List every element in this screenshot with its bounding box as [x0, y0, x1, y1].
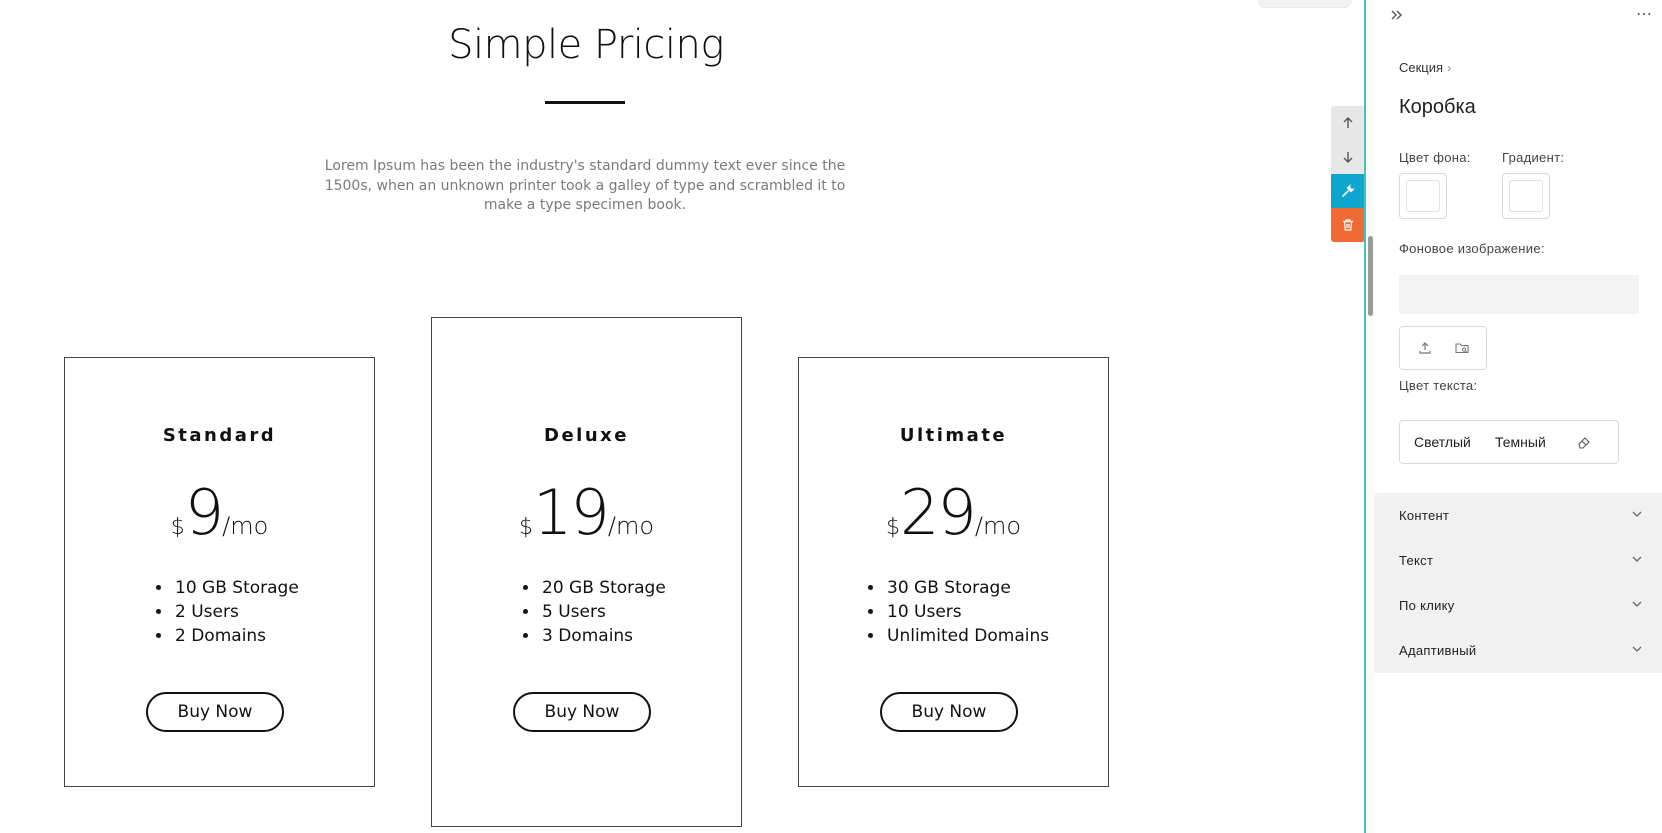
chevron-down-icon — [1632, 556, 1642, 562]
page-title: Simple Pricing — [448, 22, 724, 68]
price-currency: $ — [518, 515, 533, 540]
chevron-down-icon — [1632, 646, 1642, 652]
settings-panel: ⋯ Секция › Коробка Цвет фона: Градиент: Ф… — [1374, 0, 1662, 833]
feature-item: 5 Users — [540, 600, 666, 624]
chevron-right-icon: › — [1447, 61, 1452, 75]
trash-icon — [1343, 219, 1353, 231]
buy-now-button[interactable]: Buy Now — [880, 692, 1018, 732]
price-amount: 19 — [532, 476, 610, 549]
price-period: /mo — [222, 512, 269, 540]
page-canvas: Simple Pricing Lorem Ipsum has been the … — [0, 0, 1364, 833]
upload-icon[interactable] — [1417, 340, 1433, 356]
accordion-label: Текст — [1399, 553, 1434, 568]
more-options-icon[interactable]: ⋯ — [1636, 4, 1654, 23]
text-color-selector: Светлый Темный — [1399, 420, 1619, 464]
feature-list: 10 GB Storage 2 Users 2 Domains — [153, 576, 299, 648]
gradient-label: Градиент: — [1502, 150, 1565, 165]
accordion-text[interactable]: Текст — [1374, 538, 1662, 583]
price-amount: 29 — [899, 476, 977, 549]
plan-name: Deluxe — [544, 425, 629, 446]
feature-item: 30 GB Storage — [885, 576, 1049, 600]
move-down-button[interactable] — [1331, 140, 1364, 174]
scroll-track — [1366, 0, 1374, 833]
plan-price: $29/mo — [799, 476, 1108, 549]
arrow-up-icon — [1343, 117, 1353, 128]
bg-image-label: Фоновое изображение: — [1399, 241, 1545, 256]
arrow-down-icon — [1343, 152, 1353, 163]
plan-name: Ultimate — [899, 425, 1008, 446]
plan-name: Standard — [162, 425, 277, 446]
plan-price: $9/mo — [65, 476, 374, 549]
delete-button[interactable] — [1331, 208, 1364, 242]
feature-list: 20 GB Storage 5 Users 3 Domains — [520, 576, 666, 648]
block-toolbar — [1331, 106, 1364, 242]
accordion-adaptive[interactable]: Адаптивный — [1374, 628, 1662, 673]
wrench-icon — [1342, 184, 1355, 197]
accordion-label: По клику — [1399, 598, 1455, 613]
bg-image-field[interactable] — [1399, 275, 1639, 314]
text-color-dark-option[interactable]: Темный — [1495, 434, 1546, 450]
breadcrumb[interactable]: Секция › — [1399, 60, 1451, 75]
feature-list: 30 GB Storage 10 Users Unlimited Domains — [865, 576, 1049, 648]
image-actions — [1399, 326, 1487, 370]
feature-item: Unlimited Domains — [885, 624, 1049, 648]
feature-item: 2 Domains — [173, 624, 299, 648]
title-divider — [545, 101, 625, 104]
panel-title: Коробка — [1399, 96, 1476, 118]
pricing-card-standard[interactable]: Standard $9/mo 10 GB Storage 2 Users 2 D… — [64, 357, 375, 787]
feature-item: 20 GB Storage — [540, 576, 666, 600]
chevron-down-icon — [1632, 511, 1642, 517]
eraser-icon[interactable] — [1576, 434, 1592, 450]
folder-search-icon[interactable] — [1454, 340, 1470, 356]
bg-color-label: Цвет фона: — [1399, 150, 1471, 165]
scrollbar-thumb[interactable] — [1368, 236, 1373, 316]
settings-accordion: Контент Текст По клику Адаптивный — [1374, 493, 1662, 673]
price-period: /mo — [607, 512, 655, 540]
feature-item: 10 GB Storage — [173, 576, 299, 600]
collapse-panel-icon[interactable] — [1388, 6, 1406, 24]
feature-item: 10 Users — [885, 600, 1049, 624]
buy-now-button[interactable]: Buy Now — [513, 692, 651, 732]
price-currency: $ — [170, 515, 185, 540]
settings-button[interactable] — [1331, 174, 1364, 208]
accordion-on-click[interactable]: По клику — [1374, 583, 1662, 628]
text-color-label: Цвет текста: — [1399, 378, 1478, 393]
text-color-light-option[interactable]: Светлый — [1414, 434, 1471, 450]
plan-price: $19/mo — [432, 476, 741, 549]
accordion-label: Контент — [1399, 508, 1450, 523]
price-period: /mo — [974, 512, 1022, 540]
swatch-preview — [1406, 180, 1440, 212]
price-currency: $ — [885, 515, 900, 540]
feature-item: 2 Users — [173, 600, 299, 624]
buy-now-button[interactable]: Buy Now — [146, 692, 284, 732]
accordion-label: Адаптивный — [1399, 643, 1477, 658]
price-amount: 9 — [184, 476, 224, 549]
gradient-swatch[interactable] — [1502, 173, 1550, 219]
pricing-card-deluxe[interactable]: Deluxe $19/mo 20 GB Storage 5 Users 3 Do… — [431, 317, 742, 827]
move-up-button[interactable] — [1331, 106, 1364, 140]
pricing-card-ultimate[interactable]: Ultimate $29/mo 30 GB Storage 10 Users U… — [798, 357, 1109, 787]
accordion-content[interactable]: Контент — [1374, 493, 1662, 538]
feature-item: 3 Domains — [540, 624, 666, 648]
top-pill — [1258, 0, 1352, 8]
chevron-down-icon — [1632, 601, 1642, 607]
intro-text: Lorem Ipsum has been the industry's stan… — [324, 158, 846, 213]
swatch-preview — [1509, 180, 1543, 212]
bg-color-swatch[interactable] — [1399, 173, 1447, 219]
breadcrumb-item[interactable]: Секция — [1399, 60, 1443, 75]
